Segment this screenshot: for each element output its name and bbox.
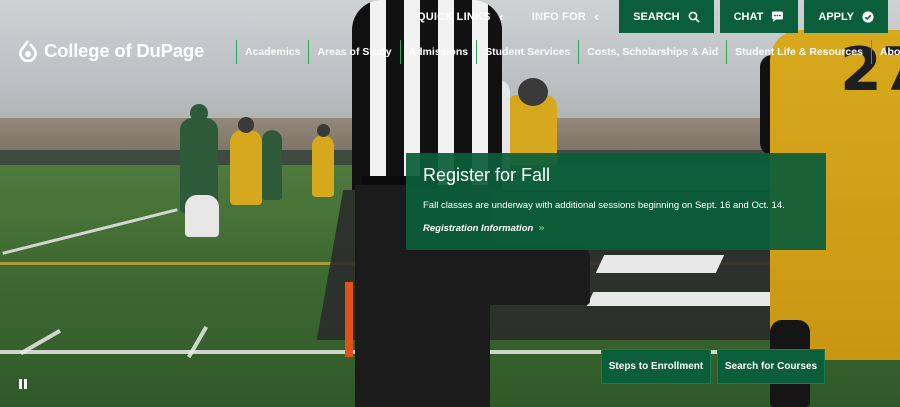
- check-circle-icon: [862, 10, 874, 23]
- nav-about-us[interactable]: About Us: [870, 40, 900, 64]
- registration-info-link[interactable]: Registration Information »: [423, 223, 809, 234]
- nav-student-services[interactable]: Student Services: [476, 40, 578, 64]
- search-label: SEARCH: [633, 10, 680, 23]
- chat-button[interactable]: CHAT: [719, 0, 799, 33]
- search-button[interactable]: SEARCH: [619, 0, 714, 33]
- main-nav: Academics Areas of Study Admissions Stud…: [236, 40, 900, 64]
- player-helmet: [238, 117, 254, 133]
- field-line: [595, 255, 725, 273]
- nav-student-life-resources[interactable]: Student Life & Resources: [726, 40, 871, 64]
- utility-nav: QUICK LINKS ‹ INFO FOR ‹ SEARCH CHAT APP…: [0, 0, 900, 33]
- steps-to-enrollment-button[interactable]: Steps to Enrollment: [601, 349, 711, 384]
- nav-areas-of-study[interactable]: Areas of Study: [308, 40, 399, 64]
- chat-icon: [772, 11, 784, 22]
- nav-costs-scholarships-aid[interactable]: Costs, Scholarships & Aid: [578, 40, 726, 64]
- search-for-courses-label: Search for Courses: [724, 361, 818, 372]
- chevron-left-icon: ‹: [593, 9, 600, 24]
- player: [230, 130, 262, 205]
- nav-admissions[interactable]: Admissions: [399, 40, 477, 64]
- college-logo[interactable]: College of DuPage: [18, 40, 204, 62]
- chat-label: CHAT: [733, 10, 764, 23]
- promo-panel: Register for Fall Fall classes are under…: [406, 153, 826, 250]
- nav-academics[interactable]: Academics: [236, 40, 308, 64]
- info-for-menu[interactable]: INFO FOR ‹: [518, 0, 613, 33]
- college-logo-mark: [19, 40, 37, 62]
- search-for-courses-button[interactable]: Search for Courses: [717, 349, 825, 384]
- player-helmet: [518, 78, 548, 106]
- college-name: College of DuPage: [44, 40, 205, 61]
- player: [312, 135, 334, 197]
- player: [485, 245, 590, 305]
- promo-text: Fall classes are underway with additiona…: [423, 200, 785, 211]
- steps-to-enrollment-label: Steps to Enrollment: [608, 361, 704, 372]
- pause-bar: [19, 379, 22, 389]
- quick-links-label: QUICK LINKS: [416, 10, 491, 23]
- apply-label: APPLY: [818, 10, 854, 23]
- registration-info-label: Registration Information: [423, 223, 534, 234]
- pause-bar: [24, 379, 27, 389]
- search-icon: [688, 11, 700, 23]
- apply-button[interactable]: APPLY: [804, 0, 888, 33]
- player-helmet: [317, 124, 330, 137]
- chevron-left-icon: ‹: [498, 9, 504, 24]
- player-helmet: [190, 104, 208, 122]
- info-for-label: INFO FOR: [531, 10, 586, 23]
- pause-icon[interactable]: [19, 379, 27, 389]
- pylon: [345, 282, 353, 357]
- quick-links-menu[interactable]: QUICK LINKS ‹: [403, 0, 518, 33]
- player: [262, 130, 282, 200]
- double-chevron-right-icon: »: [538, 223, 545, 234]
- promo-title: Register for Fall: [423, 165, 551, 185]
- player: [185, 195, 219, 237]
